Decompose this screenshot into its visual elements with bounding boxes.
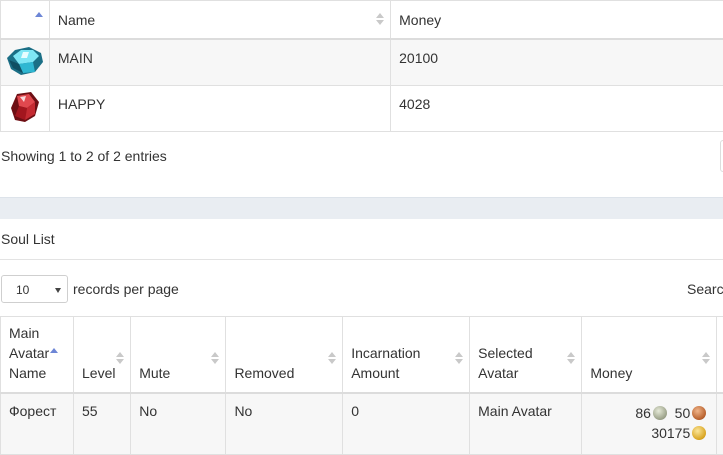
mute-column-header[interactable]: Mute	[130, 316, 227, 394]
gold-amount: 30175	[651, 424, 691, 441]
copper-amount: 50	[674, 404, 691, 421]
section-divider	[0, 197, 723, 219]
sort-icon	[211, 351, 220, 364]
red-crystal-icon	[11, 91, 39, 122]
sort-icon	[455, 351, 464, 364]
sort-asc-icon	[34, 12, 43, 19]
extra-column-header[interactable]	[716, 316, 723, 394]
silver-amount: 86	[635, 404, 651, 421]
icon-column-header[interactable]	[0, 0, 50, 40]
sort-asc-icon	[50, 347, 59, 353]
main-avatar-name-column-header[interactable]: Main Avatar Name	[0, 316, 75, 394]
character-icon-cell	[0, 84, 50, 132]
sort-icon	[702, 351, 711, 364]
avatar-selected: Main Avatar	[469, 392, 583, 455]
soul-list-table: Main Avatar Name Level Mute Removed Inca…	[0, 316, 723, 455]
avatar-money: 86 50 30175	[581, 392, 718, 455]
gold-coin-icon	[692, 425, 707, 440]
chevron-down-icon	[55, 288, 61, 293]
table-row[interactable]: Форест 55 No No 0 Main Avatar 86 50 3017…	[0, 392, 723, 455]
extra-cell	[716, 392, 723, 455]
table-row[interactable]: HAPPY 4028	[0, 84, 723, 132]
money-column-header[interactable]: Money	[581, 316, 718, 394]
selected-avatar-column-header[interactable]: Selected Avatar	[469, 316, 583, 394]
table-row[interactable]: MAIN 20100	[0, 38, 723, 86]
character-money: 4028	[390, 84, 723, 132]
characters-table: Name Money MAIN 20100 HAPPY 4028	[0, 0, 723, 132]
character-name: HAPPY	[48, 84, 392, 132]
sort-icon	[328, 351, 337, 364]
name-column-header[interactable]: Name	[48, 0, 392, 40]
avatar-mute: No	[130, 392, 227, 455]
avatar-removed: No	[225, 392, 344, 455]
silver-coin-icon	[652, 405, 667, 420]
sort-icon	[376, 13, 385, 25]
search-label: Searc	[687, 281, 723, 297]
table-info: Showing 1 to 2 of 2 entries	[1, 148, 167, 164]
page-size-select[interactable]: 10	[1, 275, 68, 303]
character-money: 20100	[390, 38, 723, 86]
avatar-name: Форест	[0, 392, 75, 455]
avatar-incarnation: 0	[342, 392, 471, 455]
blue-crystal-icon	[7, 47, 43, 75]
page-size-value: 10	[16, 283, 30, 297]
removed-column-header[interactable]: Removed	[225, 316, 344, 394]
divider	[0, 259, 723, 260]
avatar-level: 55	[73, 392, 132, 455]
level-column-header[interactable]: Level	[73, 316, 132, 394]
money-column-header[interactable]: Money	[390, 0, 723, 40]
soul-list-title: Soul List	[1, 231, 55, 247]
character-name: MAIN	[48, 38, 392, 86]
incarnation-amount-column-header[interactable]: Incarnation Amount	[342, 316, 471, 394]
copper-coin-icon	[692, 405, 707, 420]
per-page-label: records per page	[73, 281, 179, 297]
sort-icon	[116, 351, 125, 364]
sort-icon	[567, 351, 576, 364]
character-icon-cell	[0, 38, 50, 86]
